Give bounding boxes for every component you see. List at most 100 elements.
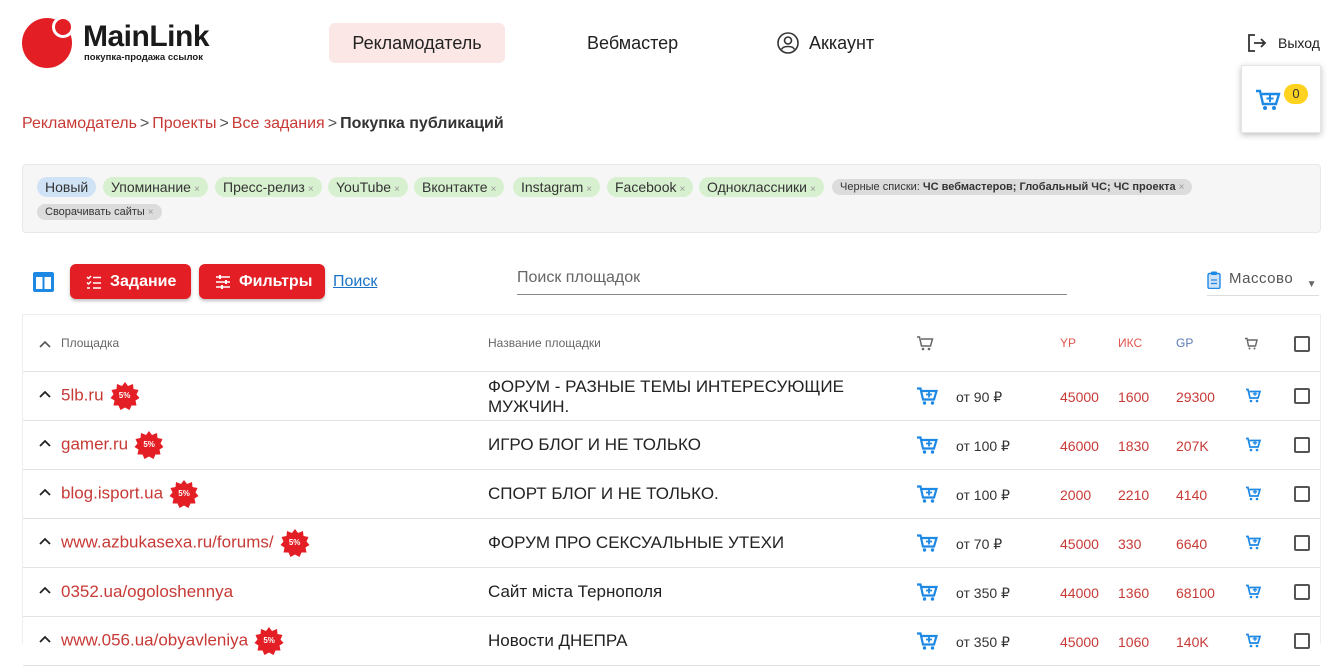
add-to-cart-icon[interactable]: [916, 386, 938, 406]
layout-toggle-icon[interactable]: [33, 272, 54, 292]
header-iks[interactable]: ИКС: [1118, 336, 1142, 350]
select-all-checkbox[interactable]: [1294, 336, 1310, 352]
site-link[interactable]: www.azbukasexa.ru/forums/5%: [61, 528, 310, 558]
site-domain[interactable]: www.056.ua/obyavleniya: [61, 630, 248, 649]
add-to-cart-icon[interactable]: [916, 533, 938, 553]
nav-advertiser[interactable]: Рекламодатель: [329, 23, 505, 63]
remove-tag-icon[interactable]: ×: [148, 207, 154, 218]
tag-facebook[interactable]: Facebook ×: [607, 177, 694, 197]
site-domain[interactable]: gamer.ru: [61, 434, 128, 453]
price: от 90 ₽: [956, 389, 1003, 405]
row-checkbox[interactable]: [1294, 535, 1310, 551]
remove-tag-icon[interactable]: ×: [491, 184, 497, 195]
remove-tag-icon[interactable]: ×: [394, 184, 400, 195]
tag-instagram[interactable]: Instagram ×: [513, 177, 601, 197]
price: от 100 ₽: [956, 487, 1010, 503]
header-site[interactable]: Площадка: [61, 336, 119, 350]
cart-icon: [1256, 89, 1281, 110]
site-link[interactable]: 5lb.ru 5%: [61, 381, 140, 411]
table-row[interactable]: www.azbukasexa.ru/forums/5% ФОРУМ ПРО СЕК…: [23, 519, 1320, 568]
filter-tags-panel: Новый Упоминание × Пресс-релиз × YouTube × …: [22, 164, 1321, 233]
header-small-cart-icon: [1245, 337, 1258, 350]
expand-chevron-up-icon[interactable]: [38, 534, 52, 548]
table-row[interactable]: www.056.ua/obyavleniya 5% Новости ДНЕПРА от…: [23, 617, 1320, 666]
filters-button-label: Фильтры: [239, 273, 313, 290]
tag-label: Вконтакте: [422, 179, 488, 195]
logo-subtitle: покупка-продажа ссылок: [84, 52, 203, 63]
add-to-cart-icon[interactable]: [916, 435, 938, 455]
site-link[interactable]: 0352.ua/ogoloshennya: [61, 582, 233, 602]
site-domain[interactable]: 0352.ua/ogoloshennya: [61, 582, 233, 601]
add-to-cart-icon[interactable]: [916, 484, 938, 504]
remove-tag-icon[interactable]: ×: [810, 184, 816, 195]
remove-tag-icon[interactable]: ×: [194, 184, 200, 195]
remove-tag-icon[interactable]: ×: [679, 184, 685, 195]
table-row[interactable]: gamer.ru 5% ИГРО БЛОГ И НЕ ТОЛЬКО от 100 ₽ 4…: [23, 421, 1320, 470]
nav-account[interactable]: Аккаунт: [777, 23, 874, 63]
site-link[interactable]: www.056.ua/obyavleniya 5%: [61, 626, 284, 656]
remove-tag-icon[interactable]: ×: [308, 184, 314, 195]
task-button[interactable]: Задание: [70, 264, 191, 299]
site-domain[interactable]: 5lb.ru: [61, 385, 104, 404]
logout-button[interactable]: Выход: [1246, 31, 1320, 55]
tag-vkontakte[interactable]: Вконтакте ×: [414, 177, 505, 197]
search-link[interactable]: Поиск: [333, 272, 377, 292]
quick-cart-icon[interactable]: [1245, 633, 1261, 648]
mainlink-logo[interactable]: MainLink покупка-продажа ссылок: [22, 16, 222, 72]
row-checkbox[interactable]: [1294, 633, 1310, 649]
quick-cart-icon[interactable]: [1245, 388, 1261, 403]
breadcrumb-projects[interactable]: Проекты: [152, 115, 216, 132]
iks-value: 1600: [1118, 389, 1150, 405]
yp-value: 45000: [1060, 536, 1099, 552]
breadcrumb-all-tasks[interactable]: Все задания: [232, 115, 325, 132]
tag-odnoklassniki[interactable]: Одноклассники ×: [699, 177, 824, 197]
header-site-name[interactable]: Название площадки: [488, 336, 601, 350]
expand-chevron-up-icon[interactable]: [38, 583, 52, 597]
table-row[interactable]: 0352.ua/ogoloshennya Сайт міста Тернополя…: [23, 568, 1320, 617]
add-to-cart-icon[interactable]: [916, 631, 938, 651]
tag-blacklists[interactable]: Черные списки: ЧС вебмастеров; Глобальны…: [832, 179, 1193, 195]
header-yp[interactable]: YP: [1060, 336, 1076, 350]
cart-count-badge: 0: [1284, 84, 1308, 104]
row-checkbox[interactable]: [1294, 388, 1310, 404]
site-name-line: ФОРУМ ПРО СЕКСУАЛЬНЫЕ УТЕХИ: [488, 533, 785, 552]
tag-youtube[interactable]: YouTube ×: [328, 177, 408, 197]
tag-new[interactable]: Новый: [37, 177, 97, 197]
logout-label: Выход: [1278, 35, 1320, 51]
expand-chevron-up-icon[interactable]: [38, 436, 52, 450]
tag-press-release[interactable]: Пресс-релиз ×: [215, 177, 322, 197]
header-cart-icon[interactable]: [916, 335, 934, 351]
quick-cart-icon[interactable]: [1245, 535, 1261, 550]
site-domain[interactable]: www.azbukasexa.ru/forums/: [61, 532, 274, 551]
expand-chevron-up-icon[interactable]: [38, 387, 52, 401]
site-link[interactable]: blog.isport.ua 5%: [61, 479, 199, 509]
remove-tag-icon[interactable]: ×: [586, 184, 592, 195]
add-to-cart-icon[interactable]: [916, 582, 938, 602]
site-name: Сайт міста Тернополя: [488, 582, 662, 602]
quick-cart-icon[interactable]: [1245, 486, 1261, 501]
sort-chevron-up-icon[interactable]: [38, 337, 52, 351]
header-gp[interactable]: GP: [1176, 336, 1193, 350]
cart-widget[interactable]: 0: [1241, 65, 1321, 133]
tag-mention[interactable]: Упоминание ×: [103, 177, 208, 197]
expand-chevron-up-icon[interactable]: [38, 485, 52, 499]
quick-cart-icon[interactable]: [1245, 437, 1261, 452]
breadcrumb-advertiser[interactable]: Рекламодатель: [22, 115, 137, 132]
tag-collapse-sites[interactable]: Сворачивать сайты ×: [37, 204, 162, 220]
site-name-line: СПОРТ БЛОГ И НЕ ТОЛЬКО.: [488, 484, 719, 503]
row-checkbox[interactable]: [1294, 437, 1310, 453]
search-input[interactable]: Поиск площадок: [517, 266, 1067, 295]
nav-webmaster[interactable]: Вебмастер: [587, 23, 678, 63]
site-domain[interactable]: blog.isport.ua: [61, 483, 163, 502]
filters-button[interactable]: Фильтры: [199, 264, 325, 299]
row-checkbox[interactable]: [1294, 584, 1310, 600]
quick-cart-icon[interactable]: [1245, 584, 1261, 599]
table-row[interactable]: 5lb.ru 5% ФОРУМ - РАЗНЫЕ ТЕМЫ ИНТЕРЕСУЮЩИЕ…: [23, 372, 1320, 421]
remove-tag-icon[interactable]: ×: [1179, 182, 1185, 193]
table-header: Площадка Название площадки YP ИКС GP: [23, 314, 1320, 372]
iks-value: 330: [1118, 536, 1142, 552]
site-link[interactable]: gamer.ru 5%: [61, 430, 164, 460]
mass-action-select[interactable]: Массово ▼: [1207, 268, 1319, 296]
table-row[interactable]: blog.isport.ua 5% СПОРТ БЛОГ И НЕ ТОЛЬКО. о…: [23, 470, 1320, 519]
row-checkbox[interactable]: [1294, 486, 1310, 502]
